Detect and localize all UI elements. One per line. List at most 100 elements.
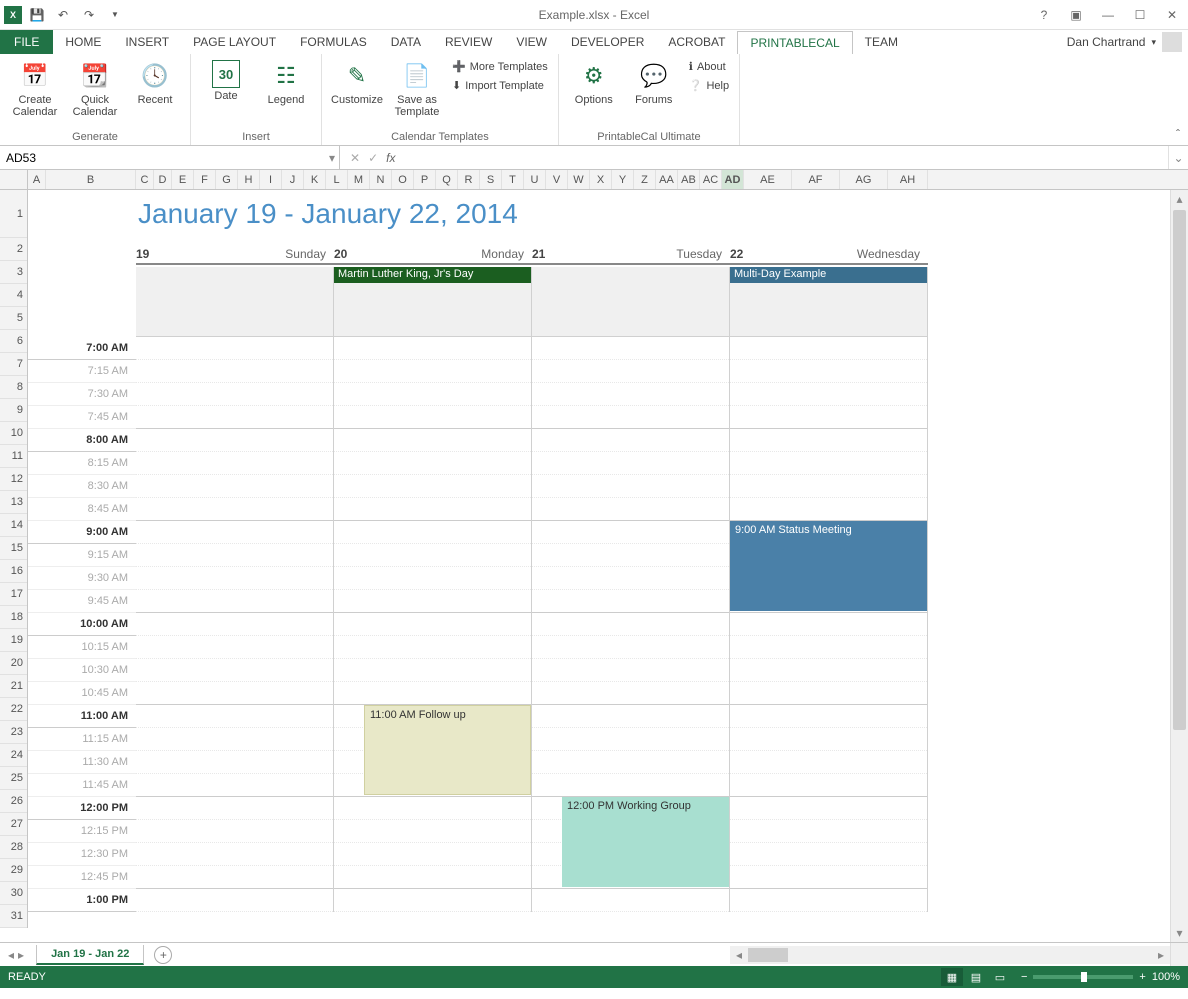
row-header[interactable]: 3: [0, 261, 27, 284]
tab-data[interactable]: DATA: [379, 30, 433, 54]
row-header[interactable]: 10: [0, 422, 27, 445]
allday-cell[interactable]: Martin Luther King, Jr's Day: [334, 267, 532, 337]
view-page-layout-icon[interactable]: ▤: [965, 968, 987, 986]
allday-cell[interactable]: [532, 267, 730, 337]
tab-printablecal[interactable]: PRINTABLECAL: [737, 31, 852, 55]
row-header[interactable]: 23: [0, 721, 27, 744]
row-header[interactable]: 28: [0, 836, 27, 859]
vertical-scrollbar[interactable]: ▴ ▾: [1170, 190, 1188, 942]
day-column[interactable]: [136, 337, 334, 912]
user-account[interactable]: Dan Chartrand ▾: [1067, 30, 1188, 54]
row-header[interactable]: 8: [0, 376, 27, 399]
scroll-thumb[interactable]: [1173, 210, 1186, 730]
hscroll-thumb[interactable]: [748, 948, 788, 962]
redo-button[interactable]: ↷: [78, 4, 100, 26]
row-header[interactable]: 12: [0, 468, 27, 491]
allday-event[interactable]: Multi-Day Example: [730, 267, 927, 283]
minimize-button[interactable]: —: [1096, 5, 1120, 25]
row-header[interactable]: 5: [0, 307, 27, 330]
row-header[interactable]: 14: [0, 514, 27, 537]
row-header[interactable]: 15: [0, 537, 27, 560]
tab-next-icon[interactable]: ▸: [18, 948, 24, 962]
col-header[interactable]: AD: [722, 170, 744, 189]
tab-review[interactable]: REVIEW: [433, 30, 504, 54]
row-header[interactable]: 25: [0, 767, 27, 790]
ribbon-display-icon[interactable]: ▣: [1064, 5, 1088, 25]
tab-home[interactable]: HOME: [53, 30, 113, 54]
col-header[interactable]: V: [546, 170, 568, 189]
col-header[interactable]: AC: [700, 170, 722, 189]
import-template-button[interactable]: ⬇Import Template: [448, 77, 552, 94]
col-header[interactable]: AE: [744, 170, 792, 189]
select-all-corner[interactable]: [0, 170, 28, 189]
col-header[interactable]: F: [194, 170, 216, 189]
col-header[interactable]: M: [348, 170, 370, 189]
formula-input[interactable]: [405, 146, 1168, 169]
col-header[interactable]: G: [216, 170, 238, 189]
scroll-down-icon[interactable]: ▾: [1171, 924, 1188, 942]
enter-icon[interactable]: ✓: [368, 151, 378, 165]
col-header[interactable]: I: [260, 170, 282, 189]
row-header[interactable]: 21: [0, 675, 27, 698]
sheet-tab-active[interactable]: Jan 19 - Jan 22: [36, 945, 144, 965]
col-header[interactable]: R: [458, 170, 480, 189]
customize-button[interactable]: ✎Customize: [328, 56, 386, 129]
undo-button[interactable]: ↶: [52, 4, 74, 26]
col-header[interactable]: H: [238, 170, 260, 189]
save-as-template-button[interactable]: 📄Save as Template: [388, 56, 446, 129]
row-header[interactable]: 31: [0, 905, 27, 928]
row-header[interactable]: 17: [0, 583, 27, 606]
maximize-button[interactable]: ☐: [1128, 5, 1152, 25]
row-header[interactable]: 20: [0, 652, 27, 675]
cancel-icon[interactable]: ✕: [350, 151, 360, 165]
row-header[interactable]: 6: [0, 330, 27, 353]
expand-formula-icon[interactable]: ⌄: [1168, 146, 1188, 169]
recent-button[interactable]: 🕓Recent: [126, 56, 184, 129]
col-header[interactable]: D: [154, 170, 172, 189]
name-box-input[interactable]: [6, 151, 333, 165]
zoom-thumb[interactable]: [1081, 972, 1087, 982]
help-icon[interactable]: ?: [1032, 5, 1056, 25]
more-templates-button[interactable]: ➕More Templates: [448, 58, 552, 75]
row-header[interactable]: 2: [0, 238, 27, 261]
file-tab[interactable]: FILE: [0, 30, 53, 54]
zoom-control[interactable]: − + 100%: [1021, 971, 1180, 983]
col-header[interactable]: AB: [678, 170, 700, 189]
tab-insert[interactable]: INSERT: [113, 30, 181, 54]
col-header[interactable]: AF: [792, 170, 840, 189]
col-header[interactable]: K: [304, 170, 326, 189]
col-header[interactable]: Y: [612, 170, 634, 189]
row-header[interactable]: 13: [0, 491, 27, 514]
row-header[interactable]: 26: [0, 790, 27, 813]
row-header[interactable]: 1: [0, 190, 27, 238]
forums-button[interactable]: 💬Forums: [625, 56, 683, 129]
scroll-up-icon[interactable]: ▴: [1171, 190, 1188, 208]
col-header[interactable]: P: [414, 170, 436, 189]
quick-calendar-button[interactable]: 📆Quick Calendar: [66, 56, 124, 129]
calendar-event[interactable]: 12:00 PM Working Group: [562, 797, 729, 887]
day-column[interactable]: 9:00 AM Status Meeting: [730, 337, 928, 912]
scroll-right-icon[interactable]: ▸: [1152, 948, 1170, 962]
options-button[interactable]: ⚙Options: [565, 56, 623, 129]
close-button[interactable]: ✕: [1160, 5, 1184, 25]
fx-icon[interactable]: fx: [386, 151, 395, 165]
date-button[interactable]: 30Date: [197, 56, 255, 129]
row-header[interactable]: 7: [0, 353, 27, 376]
col-header[interactable]: Q: [436, 170, 458, 189]
col-header[interactable]: A: [28, 170, 46, 189]
col-header[interactable]: N: [370, 170, 392, 189]
zoom-level[interactable]: 100%: [1152, 971, 1180, 983]
row-header[interactable]: 19: [0, 629, 27, 652]
day-column[interactable]: 12:00 PM Working Group: [532, 337, 730, 912]
allday-event[interactable]: Martin Luther King, Jr's Day: [334, 267, 531, 283]
help-button[interactable]: ❔Help: [685, 77, 733, 94]
horizontal-scrollbar[interactable]: ◂ ▸: [730, 946, 1170, 964]
row-header[interactable]: 29: [0, 859, 27, 882]
row-header[interactable]: 16: [0, 560, 27, 583]
col-header[interactable]: T: [502, 170, 524, 189]
col-header[interactable]: AG: [840, 170, 888, 189]
row-header[interactable]: 11: [0, 445, 27, 468]
col-header[interactable]: S: [480, 170, 502, 189]
view-normal-icon[interactable]: ▦: [941, 968, 963, 986]
allday-cell[interactable]: [136, 267, 334, 337]
